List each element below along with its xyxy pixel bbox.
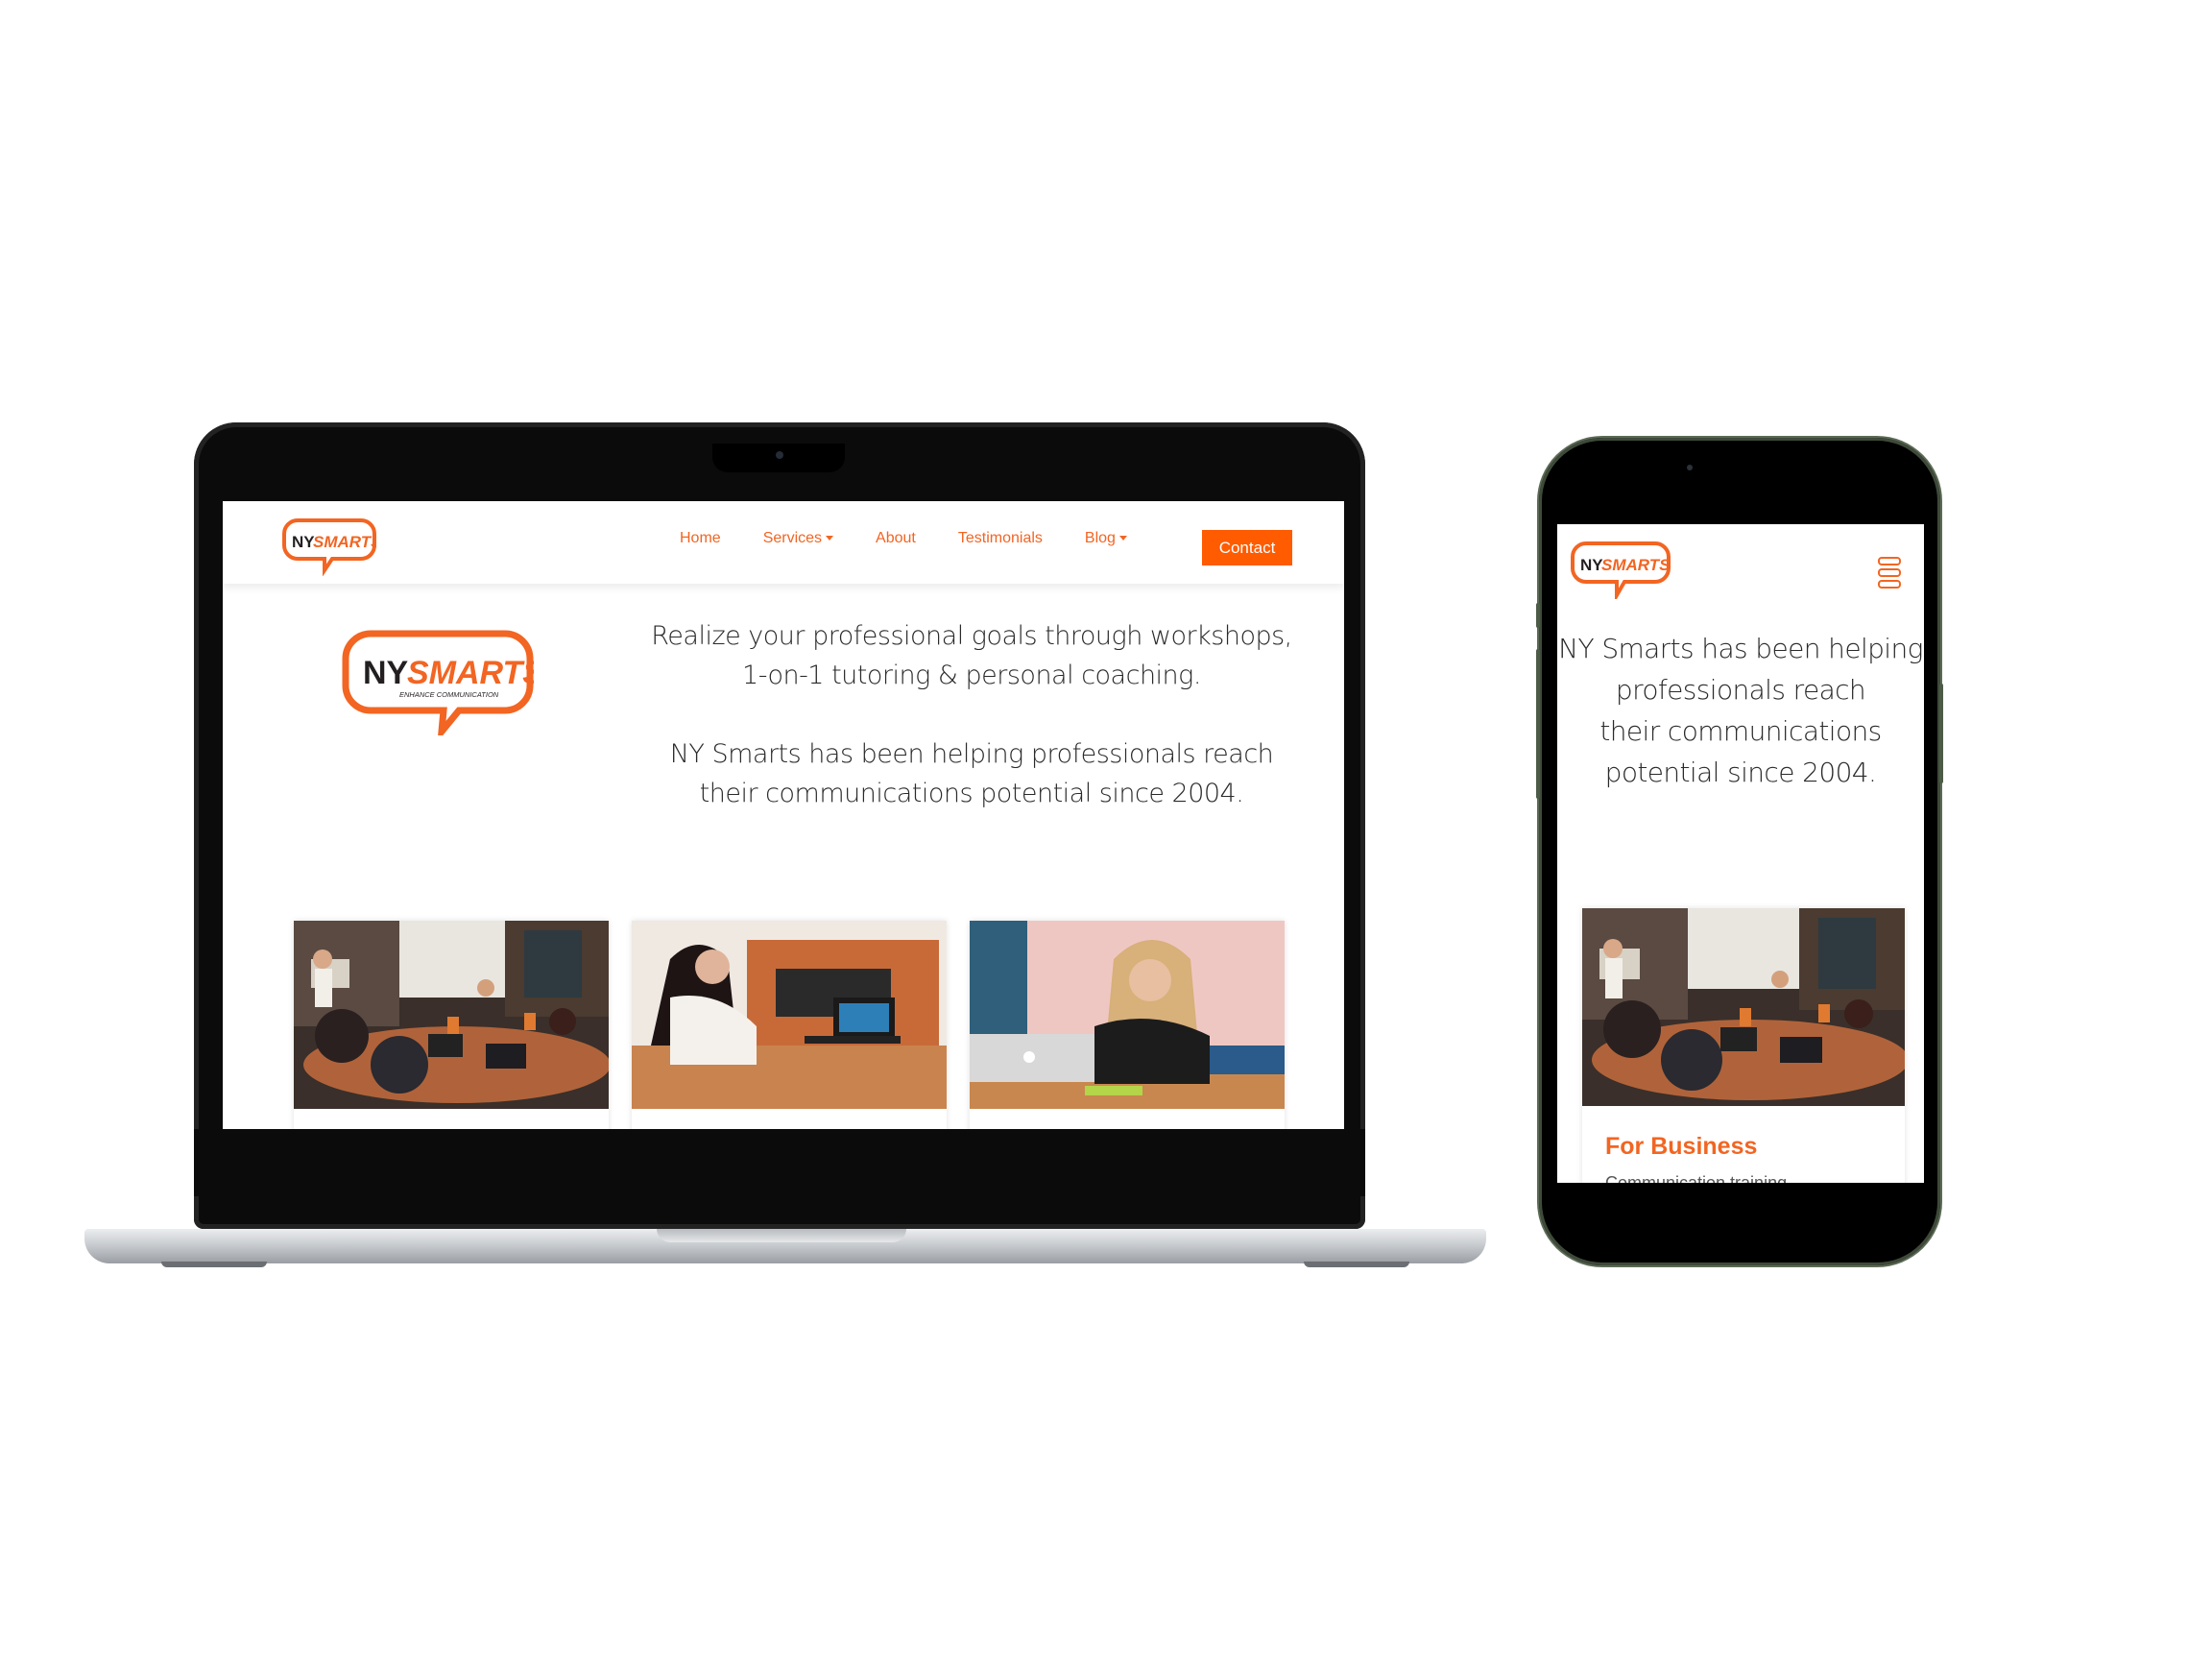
service-card-2[interactable]: [632, 921, 947, 1129]
svg-text:NY: NY: [363, 655, 409, 691]
mobile-hero-line-4: potential since 2004.: [1604, 757, 1877, 788]
mobile-navbar: NY SMARTS: [1557, 524, 1924, 620]
mobile-hero-line-1: NY Smarts has been helping: [1558, 633, 1923, 664]
hero-line-4: their communications potential since 200…: [699, 779, 1244, 808]
nav-logo[interactable]: NY SMARTS: [1571, 540, 1671, 604]
nav-about[interactable]: About: [876, 530, 916, 547]
service-card-1[interactable]: [294, 921, 609, 1129]
ny-smarts-logo-icon: NY SMARTS ENHANCE COMMUNICATION: [342, 630, 544, 743]
mobile-service-card[interactable]: For Business Communication training: [1582, 908, 1905, 1183]
mobile-website: NY SMARTS NY Smarts has been helping pro…: [1557, 524, 1924, 1183]
laptop-bottom-bezel: [194, 1129, 1365, 1196]
svg-text:ENHANCE COMMUNICATION: ENHANCE COMMUNICATION: [399, 690, 499, 699]
card-subtitle: Communication training: [1605, 1173, 1788, 1183]
hero-text: Realize your professional goals through …: [607, 616, 1336, 813]
meeting-room-photo: [1582, 908, 1905, 1106]
svg-text:NY: NY: [292, 533, 315, 551]
svg-text:NY: NY: [1580, 556, 1603, 574]
mobile-hero-line-3: their communications: [1599, 715, 1882, 747]
laptop-foot-left: [161, 1262, 267, 1267]
hamburger-menu-icon[interactable]: [1878, 557, 1901, 591]
meeting-room-photo: [294, 921, 609, 1109]
service-card-3[interactable]: [970, 921, 1285, 1129]
hero-line-1: Realize your professional goals through …: [651, 621, 1292, 651]
woman-thinking-photo: [970, 921, 1285, 1109]
card-title: For Business: [1605, 1133, 1758, 1160]
nav-home[interactable]: Home: [680, 530, 721, 547]
svg-text:SMARTS: SMARTS: [1601, 556, 1671, 574]
phone-volume-down: [1536, 710, 1540, 799]
hero-line-2: 1-on-1 tutoring & personal coaching.: [742, 661, 1201, 690]
woman-laptop-photo: [632, 921, 947, 1109]
desktop-navbar: NY SMARTS Home Services About Testimonia…: [223, 501, 1344, 584]
mobile-hero-text: NY Smarts has been helping professionals…: [1557, 628, 1924, 793]
front-camera-icon: [1687, 465, 1693, 470]
webcam-icon: [776, 451, 783, 459]
ny-smarts-logo-icon: NY SMARTS: [1571, 541, 1671, 603]
ny-smarts-logo-icon: NY SMARTS: [282, 518, 382, 577]
contact-button[interactable]: Contact: [1202, 530, 1292, 565]
nav-services[interactable]: Services: [763, 530, 834, 547]
mobile-hero-line-2: professionals reach: [1615, 674, 1866, 706]
nav-testimonials[interactable]: Testimonials: [958, 530, 1043, 547]
chevron-down-icon: [1118, 536, 1127, 541]
svg-text:SMARTS: SMARTS: [407, 655, 534, 691]
hero-logo: NY SMARTS ENHANCE COMMUNICATION: [342, 628, 544, 743]
hero-line-3: NY Smarts has been helping professionals…: [669, 739, 1274, 769]
nav-logo[interactable]: NY SMARTS: [282, 517, 382, 581]
laptop-hinge: [657, 1229, 906, 1242]
phone-side-button: [1536, 603, 1540, 628]
laptop-foot-right: [1304, 1262, 1409, 1267]
phone-power-button: [1939, 684, 1943, 783]
svg-text:SMARTS: SMARTS: [313, 533, 376, 551]
chevron-down-icon: [826, 536, 834, 541]
nav-menu: Home Services About Testimonials Blog: [680, 530, 1169, 547]
desktop-website: NY SMARTS Home Services About Testimonia…: [223, 501, 1344, 1129]
nav-blog[interactable]: Blog: [1085, 530, 1127, 547]
